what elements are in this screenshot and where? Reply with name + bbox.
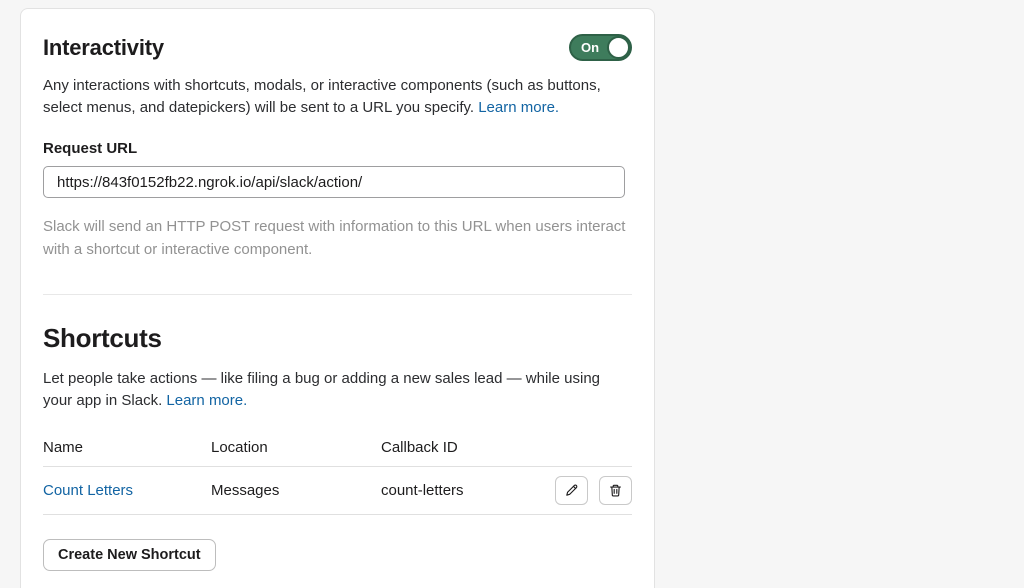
shortcut-callback-id-cell: count-letters [381, 482, 464, 499]
interactivity-title: Interactivity [43, 34, 164, 60]
shortcuts-title: Shortcuts [43, 323, 162, 353]
table-row: Count Letters Messages count-letters [43, 467, 632, 515]
toggle-on-label: On [581, 40, 600, 55]
request-url-label: Request URL [43, 140, 138, 157]
interactivity-section-header: Interactivity On [43, 34, 632, 61]
column-header-location: Location [211, 439, 268, 456]
shortcuts-description: Let people take actions — like filing a … [43, 368, 632, 412]
request-url-input[interactable] [43, 166, 625, 198]
request-url-help-text: Slack will send an HTTP POST request wit… [43, 218, 626, 258]
edit-shortcut-button[interactable] [555, 476, 588, 505]
pencil-icon [564, 483, 579, 498]
trash-icon [608, 483, 623, 498]
section-divider [43, 294, 632, 295]
column-header-name: Name [43, 439, 84, 456]
shortcuts-table: Name Location Callback ID Count Letters … [43, 439, 632, 515]
create-new-shortcut-button[interactable]: Create New Shortcut [43, 539, 216, 571]
app-settings-panel: Interactivity On Any interactions with s… [20, 8, 655, 588]
shortcuts-table-header: Name Location Callback ID [43, 439, 632, 467]
toggle-knob [607, 36, 630, 59]
shortcuts-learn-more-link[interactable]: Learn more. [166, 392, 247, 409]
shortcut-name-link[interactable]: Count Letters [43, 482, 133, 499]
interactivity-description: Any interactions with shortcuts, modals,… [43, 75, 632, 119]
interactivity-learn-more-link[interactable]: Learn more. [478, 99, 559, 116]
column-header-callback-id: Callback ID [381, 439, 458, 456]
interactivity-toggle[interactable]: On [569, 34, 632, 61]
shortcut-location-cell: Messages [211, 482, 280, 499]
delete-shortcut-button[interactable] [599, 476, 632, 505]
shortcuts-description-text: Let people take actions — like filing a … [43, 370, 601, 409]
row-actions [555, 476, 632, 505]
